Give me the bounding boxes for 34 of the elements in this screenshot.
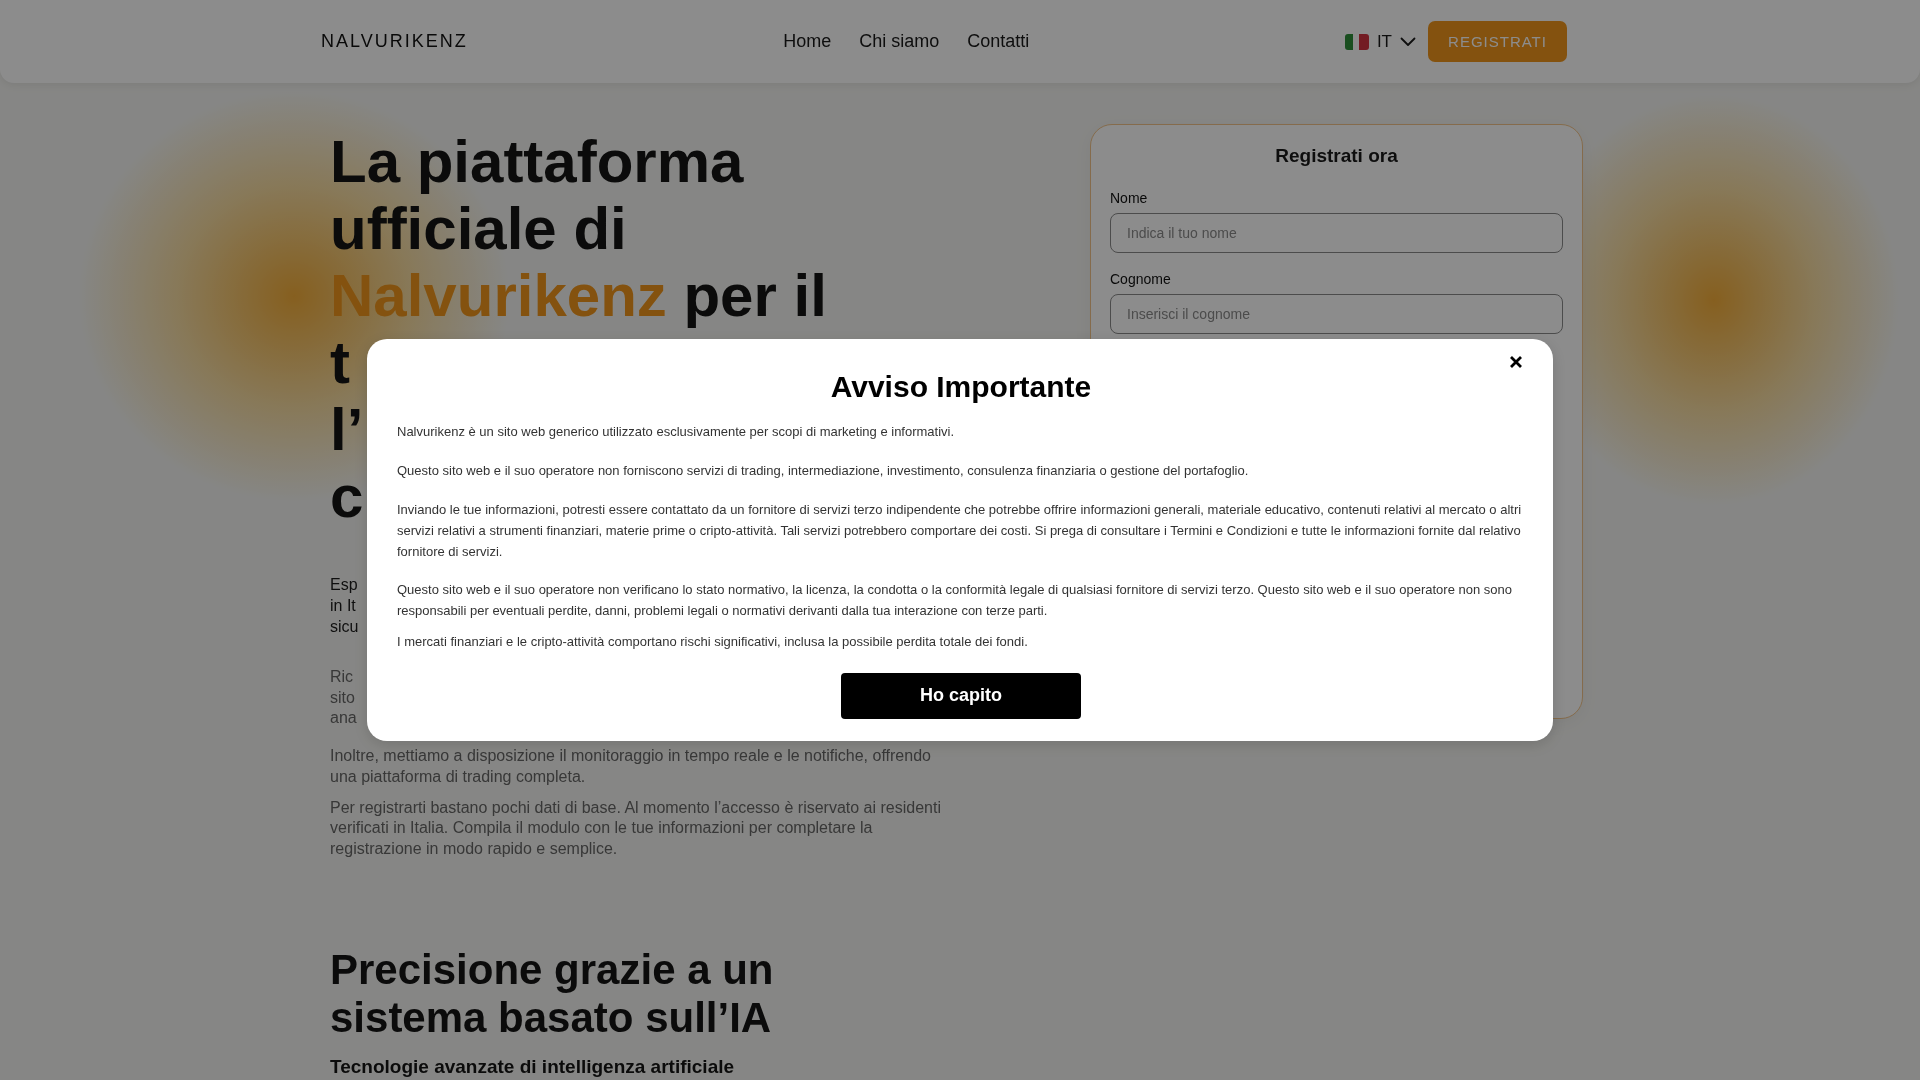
field-label: Cognome [1110,270,1171,288]
heading-line: ufficiale di [330,195,627,262]
close-icon [1509,355,1523,370]
nav-link[interactable]: Chi siamo [859,31,940,52]
flag-icon [1344,33,1369,50]
intro-text: Esp [330,575,358,595]
language-selector[interactable]: IT [1344,31,1416,52]
close-button[interactable] [1509,355,1523,370]
heading-line: t [330,329,350,396]
section-heading: Precisione grazie a un sistema basato sull’IA [330,945,775,1042]
chevron-down-icon [1400,36,1416,47]
dialog-text: Questo sito web e il suo operatore non forniscono servizi di trading, intermediazione, investimento, consulenza finanziaria o gestione del portafoglio. [397,462,1250,481]
heading-line: La piattaforma [330,128,744,195]
logo[interactable]: NALVURIKENZ [321,31,468,52]
dialog-text: Inviando le tue informazioni, potresti essere contattato da un fornitore di servizi terzo indipendente che potrebbe offrire informazioni generali, materiale educativo, contenuti relativi al mercato o altri servizi relativi a strumenti finanziari, materie prime o cripto-attività. Tali servizi potrebbero comportare dei costi. Si prega di consultare i Termini e Condizioni e tutte le informazioni fornite dal relativo fornitore di servizi. [397,500,1523,561]
dialog-text: Nalvurikenz è un sito web generico utilizzato esclusivamente per scopi di marketing e informativi. [397,423,956,442]
intro-text: sicu [330,617,359,637]
nav-link[interactable]: Home [783,31,832,52]
dialog-text: I mercati finanziari e le cripto-attività comportano rischi significativi, inclusa la possibile perdita totale dei fondi. [397,632,1029,651]
heading-line: c [330,463,364,530]
field-label: Nome [1110,189,1148,207]
dialog-text: Questo sito web e il suo operatore non verificano lo stato normativo, la licenza, la condotta o la conformità legale di qualsiasi fornitore di servizi terzo. Questo sito web e il suo operatore non sono responsabili per eventuali perdite, danni, problemi legali o normativi derivanti dalla tua interazione con terze parti. [397,581,1513,621]
body-text: Ric [330,667,354,687]
body-text: Inoltre, mettiamo a disposizione il monitoraggio in tempo reale e le notifiche, offrendo una piattaforma di trading completa. [330,746,932,787]
dialog-title: Avviso Importante [829,369,1093,406]
body-text: ana [330,708,357,729]
section-subtitle: Tecnologie avanzate di intelligenza artificiale [330,1054,735,1079]
body-text: sito [330,687,355,708]
acknowledge-button[interactable]: Ho capito [841,672,1081,719]
body-text: Per registrarti bastano pochi dati di base. Al momento l’accesso è riservato ai residenti verificati in Italia. Compila il modulo con le tue informazioni per completare la registrazione in modo rapido e semplice. [330,797,942,859]
intro-text: in It [330,596,356,616]
heading-line: l’ [330,396,364,463]
form-title: Registrati ora [1274,144,1399,168]
nav-link[interactable]: Contatti [967,31,1030,52]
